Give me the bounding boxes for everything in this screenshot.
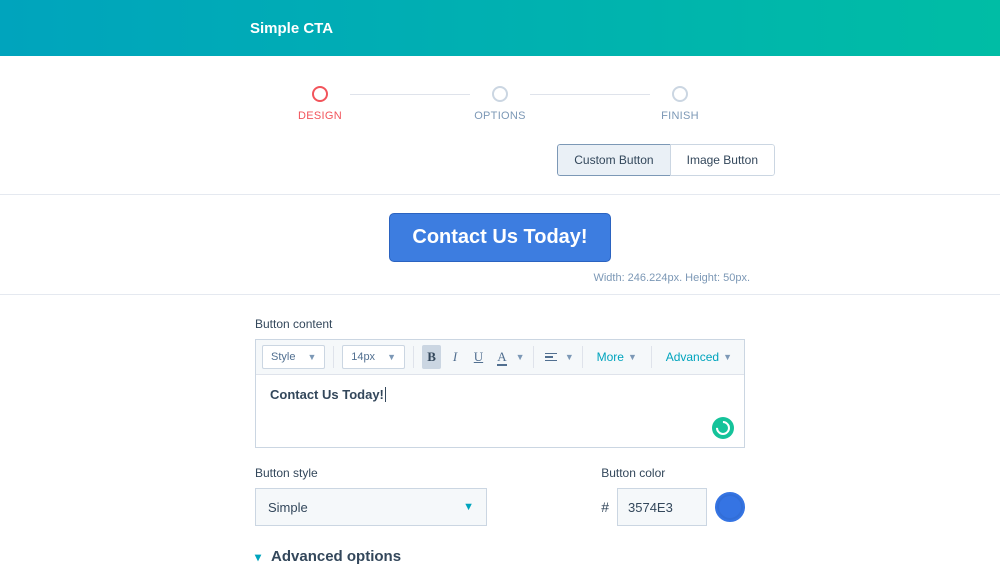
page-header: Simple CTA [0,0,1000,56]
preview-dimensions: Width: 246.224px. Height: 50px. [0,272,1000,284]
page-title: Simple CTA [250,20,333,37]
more-label: More [597,350,624,364]
step-connector [350,94,470,95]
rte-toolbar: Style ▼ 14px ▼ B I U A ▼ ▼ More ▼ [256,340,744,375]
style-select-label: Style [271,351,295,363]
toolbar-separator [333,346,334,368]
button-type-toggle: Custom Button Image Button [0,144,1000,176]
step-circle-icon [672,86,688,102]
align-button[interactable] [541,345,560,369]
form-area: Button content Style ▼ 14px ▼ B I U A ▼ … [255,317,745,565]
rte-text-value: Contact Us Today! [270,387,384,402]
font-size-select[interactable]: 14px ▼ [342,345,405,369]
bold-button[interactable]: B [422,345,441,369]
advanced-options-toggle[interactable]: ▾ Advanced options [255,548,745,565]
advanced-label: Advanced [666,350,719,364]
button-color-label: Button color [601,466,745,480]
color-swatch[interactable] [715,492,745,522]
more-menu[interactable]: More ▼ [591,350,643,364]
caret-down-icon: ▼ [307,352,316,362]
step-design[interactable]: DESIGN [290,86,350,122]
step-label: FINISH [661,110,699,122]
step-label: OPTIONS [474,110,526,122]
step-finish[interactable]: FINISH [650,86,710,122]
toolbar-separator [582,346,583,368]
preview-area: Contact Us Today! Width: 246.224px. Heig… [0,194,1000,295]
cta-preview-button[interactable]: Contact Us Today! [389,213,610,262]
style-select[interactable]: Style ▼ [262,345,325,369]
caret-down-icon[interactable]: ▼ [565,352,574,362]
button-content-label: Button content [255,317,745,331]
underline-button[interactable]: U [469,345,488,369]
toolbar-separator [651,346,652,368]
button-color-value: 3574E3 [628,500,673,515]
step-circle-icon [312,86,328,102]
rte-input[interactable]: Contact Us Today! [256,375,744,447]
step-label: DESIGN [298,110,342,122]
advanced-menu[interactable]: Advanced ▼ [660,350,738,364]
rich-text-editor: Style ▼ 14px ▼ B I U A ▼ ▼ More ▼ [255,339,745,448]
chevron-down-icon: ▾ [255,550,261,564]
toolbar-separator [413,346,414,368]
step-circle-icon [492,86,508,102]
grammarly-icon[interactable] [712,417,734,439]
advanced-options-label: Advanced options [271,548,401,565]
image-button-tab[interactable]: Image Button [670,144,775,176]
toolbar-separator [533,346,534,368]
text-color-button[interactable]: A [492,345,511,369]
text-cursor [385,387,386,402]
caret-down-icon: ▼ [723,352,732,362]
stepper: DESIGN OPTIONS FINISH [0,56,1000,132]
button-style-label: Button style [255,466,565,480]
button-color-input[interactable]: 3574E3 [617,488,707,526]
font-size-value: 14px [351,351,375,363]
caret-down-icon[interactable]: ▼ [516,352,525,362]
caret-down-icon: ▼ [387,352,396,362]
step-connector [530,94,650,95]
hash-symbol: # [601,499,609,515]
button-style-select[interactable]: Simple ▼ [255,488,487,526]
align-left-icon [545,353,557,362]
button-style-value: Simple [268,500,308,515]
caret-down-icon: ▼ [628,352,637,362]
step-options[interactable]: OPTIONS [470,86,530,122]
custom-button-tab[interactable]: Custom Button [557,144,669,176]
caret-down-icon: ▼ [463,501,474,513]
italic-button[interactable]: I [445,345,464,369]
